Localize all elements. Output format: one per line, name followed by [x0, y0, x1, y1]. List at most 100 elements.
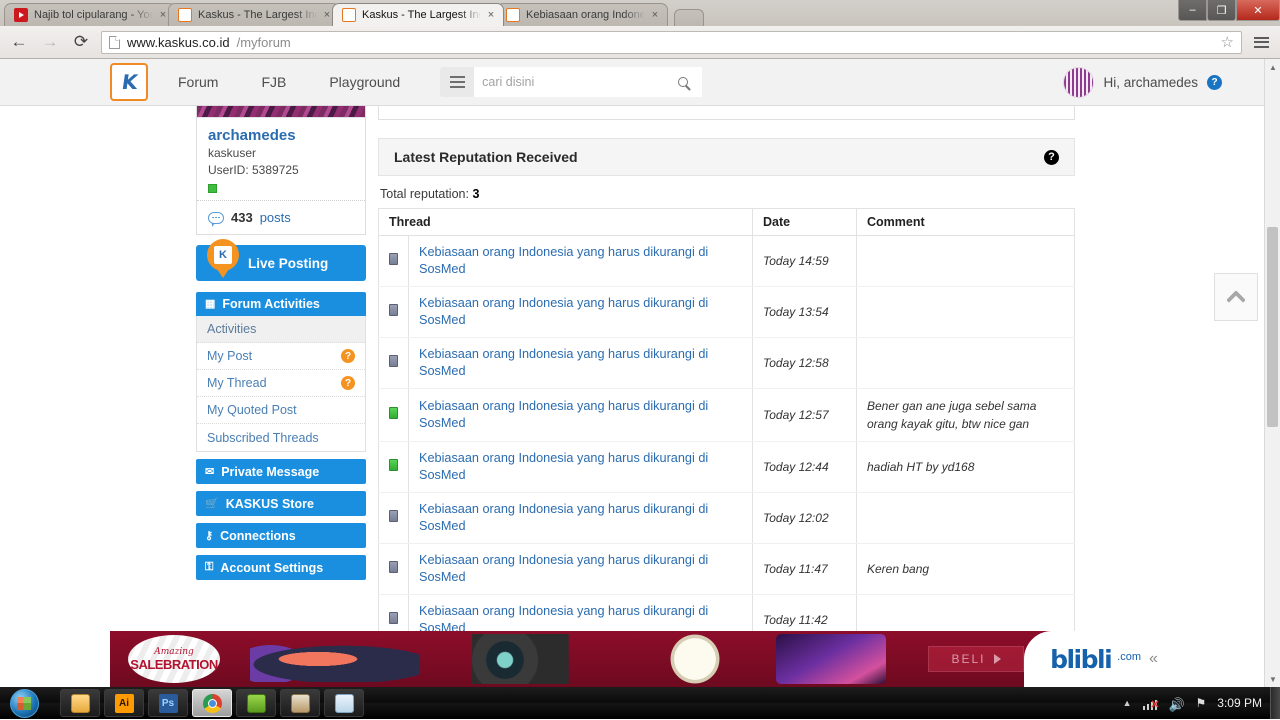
- connections-icon: ⚷: [205, 530, 214, 542]
- address-bar[interactable]: www.kaskus.co.id/myforum ☆: [101, 30, 1242, 54]
- comment-value: Bener gan ane juga sebel sama orang kaya…: [867, 399, 1037, 431]
- browser-tab-4[interactable]: K Kebiasaan orang Indonesi ×: [496, 3, 668, 26]
- page-info-icon[interactable]: [109, 35, 120, 49]
- avatar[interactable]: [1063, 66, 1095, 98]
- live-posting-button[interactable]: K Live Posting: [196, 239, 366, 281]
- clock[interactable]: 3:09 PM: [1217, 696, 1262, 710]
- browser-tabstrip: Najib tol cipularang - You × K Kaskus - …: [0, 0, 1280, 26]
- browser-tab-1[interactable]: Najib tol cipularang - You ×: [4, 3, 176, 26]
- url-path: /myforum: [236, 34, 291, 50]
- table-row: Kebiasaan orang Indonesia yang harus dik…: [378, 492, 1075, 544]
- thread-link[interactable]: Kebiasaan orang Indonesia yang harus dik…: [419, 398, 742, 432]
- browser-tab-3-active[interactable]: K Kaskus - The Largest Indo ×: [332, 3, 504, 26]
- help-icon[interactable]: ?: [1207, 74, 1222, 90]
- thread-link[interactable]: Kebiasaan orang Indonesia yang harus dik…: [419, 244, 742, 278]
- bookmark-star-icon[interactable]: ☆: [1221, 33, 1234, 51]
- date-cell: Today 13:54: [752, 286, 857, 338]
- sidebar-item-my-thread[interactable]: My Thread ?: [197, 370, 365, 397]
- nav-item-fjb[interactable]: FJB: [261, 74, 286, 90]
- thread-link[interactable]: Kebiasaan orang Indonesia yang harus dik…: [419, 501, 742, 535]
- action-center-icon[interactable]: ⚑: [1196, 696, 1207, 710]
- thread-link[interactable]: Kebiasaan orang Indonesia yang harus dik…: [419, 346, 742, 380]
- ad-camera-image: [460, 634, 610, 684]
- thread-cell: Kebiasaan orang Indonesia yang harus dik…: [408, 388, 753, 442]
- profile-username[interactable]: archamedes: [208, 126, 354, 145]
- ad-cta-label: BELI: [951, 652, 986, 666]
- scroll-up-icon[interactable]: ▲: [1265, 59, 1280, 75]
- reputation-indicator-cell: [378, 337, 409, 389]
- forward-button[interactable]: →: [39, 31, 61, 53]
- ad-watch-image: [650, 634, 740, 684]
- sidebar-item-my-post[interactable]: My Post ?: [197, 343, 365, 370]
- column-header-thread: Thread: [378, 208, 753, 236]
- profile-userid: UserID: 5389725: [208, 163, 299, 177]
- scrollbar-thumb[interactable]: [1267, 227, 1278, 427]
- back-button[interactable]: ←: [8, 31, 30, 53]
- reputation-indicator-cell: [378, 286, 409, 338]
- tab-title: Kebiasaan orang Indonesi: [526, 9, 645, 21]
- taskbar-item-plane-app[interactable]: [280, 689, 320, 717]
- show-hidden-icons-icon[interactable]: ▲: [1123, 698, 1132, 708]
- ad-cta-button[interactable]: BELI: [928, 646, 1024, 672]
- banner-ad[interactable]: Amazing SALEBRATION BELI blibli .com «: [110, 631, 1165, 687]
- taskbar-item-chrome[interactable]: [192, 689, 232, 717]
- network-icon[interactable]: ✕: [1142, 697, 1160, 711]
- green-app-icon: [246, 693, 266, 713]
- total-reputation-label: Total reputation:: [380, 187, 469, 201]
- help-icon[interactable]: ?: [341, 376, 355, 390]
- tab-close-icon[interactable]: ×: [485, 9, 497, 21]
- back-to-top-button[interactable]: [1214, 273, 1258, 321]
- online-status-icon: [208, 184, 217, 193]
- sidebar-item-activities[interactable]: Activities: [197, 316, 365, 343]
- sidebar-item-connections[interactable]: ⚷ Connections: [196, 523, 366, 548]
- sidebar-item-kaskus-store[interactable]: 🛒 KASKUS Store: [196, 491, 366, 516]
- forum-activities-header[interactable]: ▦ Forum Activities: [196, 292, 366, 316]
- reputation-table: Thread Date Comment Kebiasaan orang Indo…: [378, 208, 1075, 687]
- help-icon[interactable]: ?: [1044, 149, 1059, 165]
- page-scrollbar[interactable]: ▲ ▼: [1264, 59, 1280, 687]
- taskbar-item-picture-app[interactable]: [324, 689, 364, 717]
- taskbar-item-illustrator[interactable]: Ai: [104, 689, 144, 717]
- ad-brand-name: blibli: [1050, 644, 1113, 674]
- nav-item-playground[interactable]: Playground: [329, 74, 400, 90]
- ad-brand-logo[interactable]: blibli .com «: [1024, 631, 1165, 687]
- search-button[interactable]: [664, 67, 703, 97]
- search-input[interactable]: cari disini: [474, 67, 665, 97]
- help-icon[interactable]: ?: [341, 349, 355, 363]
- close-window-button[interactable]: ✕: [1236, 0, 1280, 21]
- sidebar-item-subscribed-threads[interactable]: Subscribed Threads: [197, 424, 365, 451]
- start-button[interactable]: [2, 688, 46, 718]
- nav-item-forum[interactable]: Forum: [178, 74, 218, 90]
- kaskus-logo-icon[interactable]: K: [110, 63, 148, 101]
- thread-link[interactable]: Kebiasaan orang Indonesia yang harus dik…: [419, 450, 742, 484]
- category-menu-icon[interactable]: [440, 67, 474, 97]
- browser-tab-2[interactable]: K Kaskus - The Largest Indo ×: [168, 3, 340, 26]
- sidebar-item-private-message[interactable]: ✉ Private Message: [196, 459, 366, 484]
- minimize-button[interactable]: –: [1178, 0, 1207, 21]
- ad-collapse-icon[interactable]: «: [1149, 650, 1158, 668]
- comment-cell: Keren bang: [856, 543, 1075, 595]
- tab-close-icon[interactable]: ×: [649, 9, 661, 21]
- taskbar-item-photoshop[interactable]: Ps: [148, 689, 188, 717]
- reputation-neutral-icon: [389, 253, 398, 265]
- user-menu[interactable]: Hi, archamedes ?: [1063, 66, 1222, 98]
- sidebar-item-label: Account Settings: [220, 560, 324, 575]
- table-row: Kebiasaan orang Indonesia yang harus dik…: [378, 286, 1075, 338]
- thread-link[interactable]: Kebiasaan orang Indonesia yang harus dik…: [419, 552, 742, 586]
- new-tab-button[interactable]: [674, 9, 704, 26]
- sidebar-item-account-settings[interactable]: ⚿ Account Settings: [196, 555, 366, 580]
- taskbar-item-green-app[interactable]: [236, 689, 276, 717]
- thread-cell: Kebiasaan orang Indonesia yang harus dik…: [408, 235, 753, 287]
- scroll-down-icon[interactable]: ▼: [1265, 671, 1280, 687]
- show-desktop-button[interactable]: [1270, 687, 1280, 719]
- posts-label[interactable]: posts: [260, 210, 291, 225]
- maximize-button[interactable]: ❐: [1207, 0, 1236, 21]
- speaker-icon[interactable]: 🔊: [1169, 697, 1185, 712]
- sidebar-item-my-quoted-post[interactable]: My Quoted Post: [197, 397, 365, 424]
- browser-menu-icon[interactable]: [1251, 34, 1272, 51]
- thread-link[interactable]: Kebiasaan orang Indonesia yang harus dik…: [419, 295, 742, 329]
- tab-title: Najib tol cipularang - You: [34, 9, 153, 21]
- date-value: Today 12:02: [763, 511, 829, 525]
- taskbar-item-explorer[interactable]: [60, 689, 100, 717]
- reload-button[interactable]: ⟳: [70, 31, 92, 53]
